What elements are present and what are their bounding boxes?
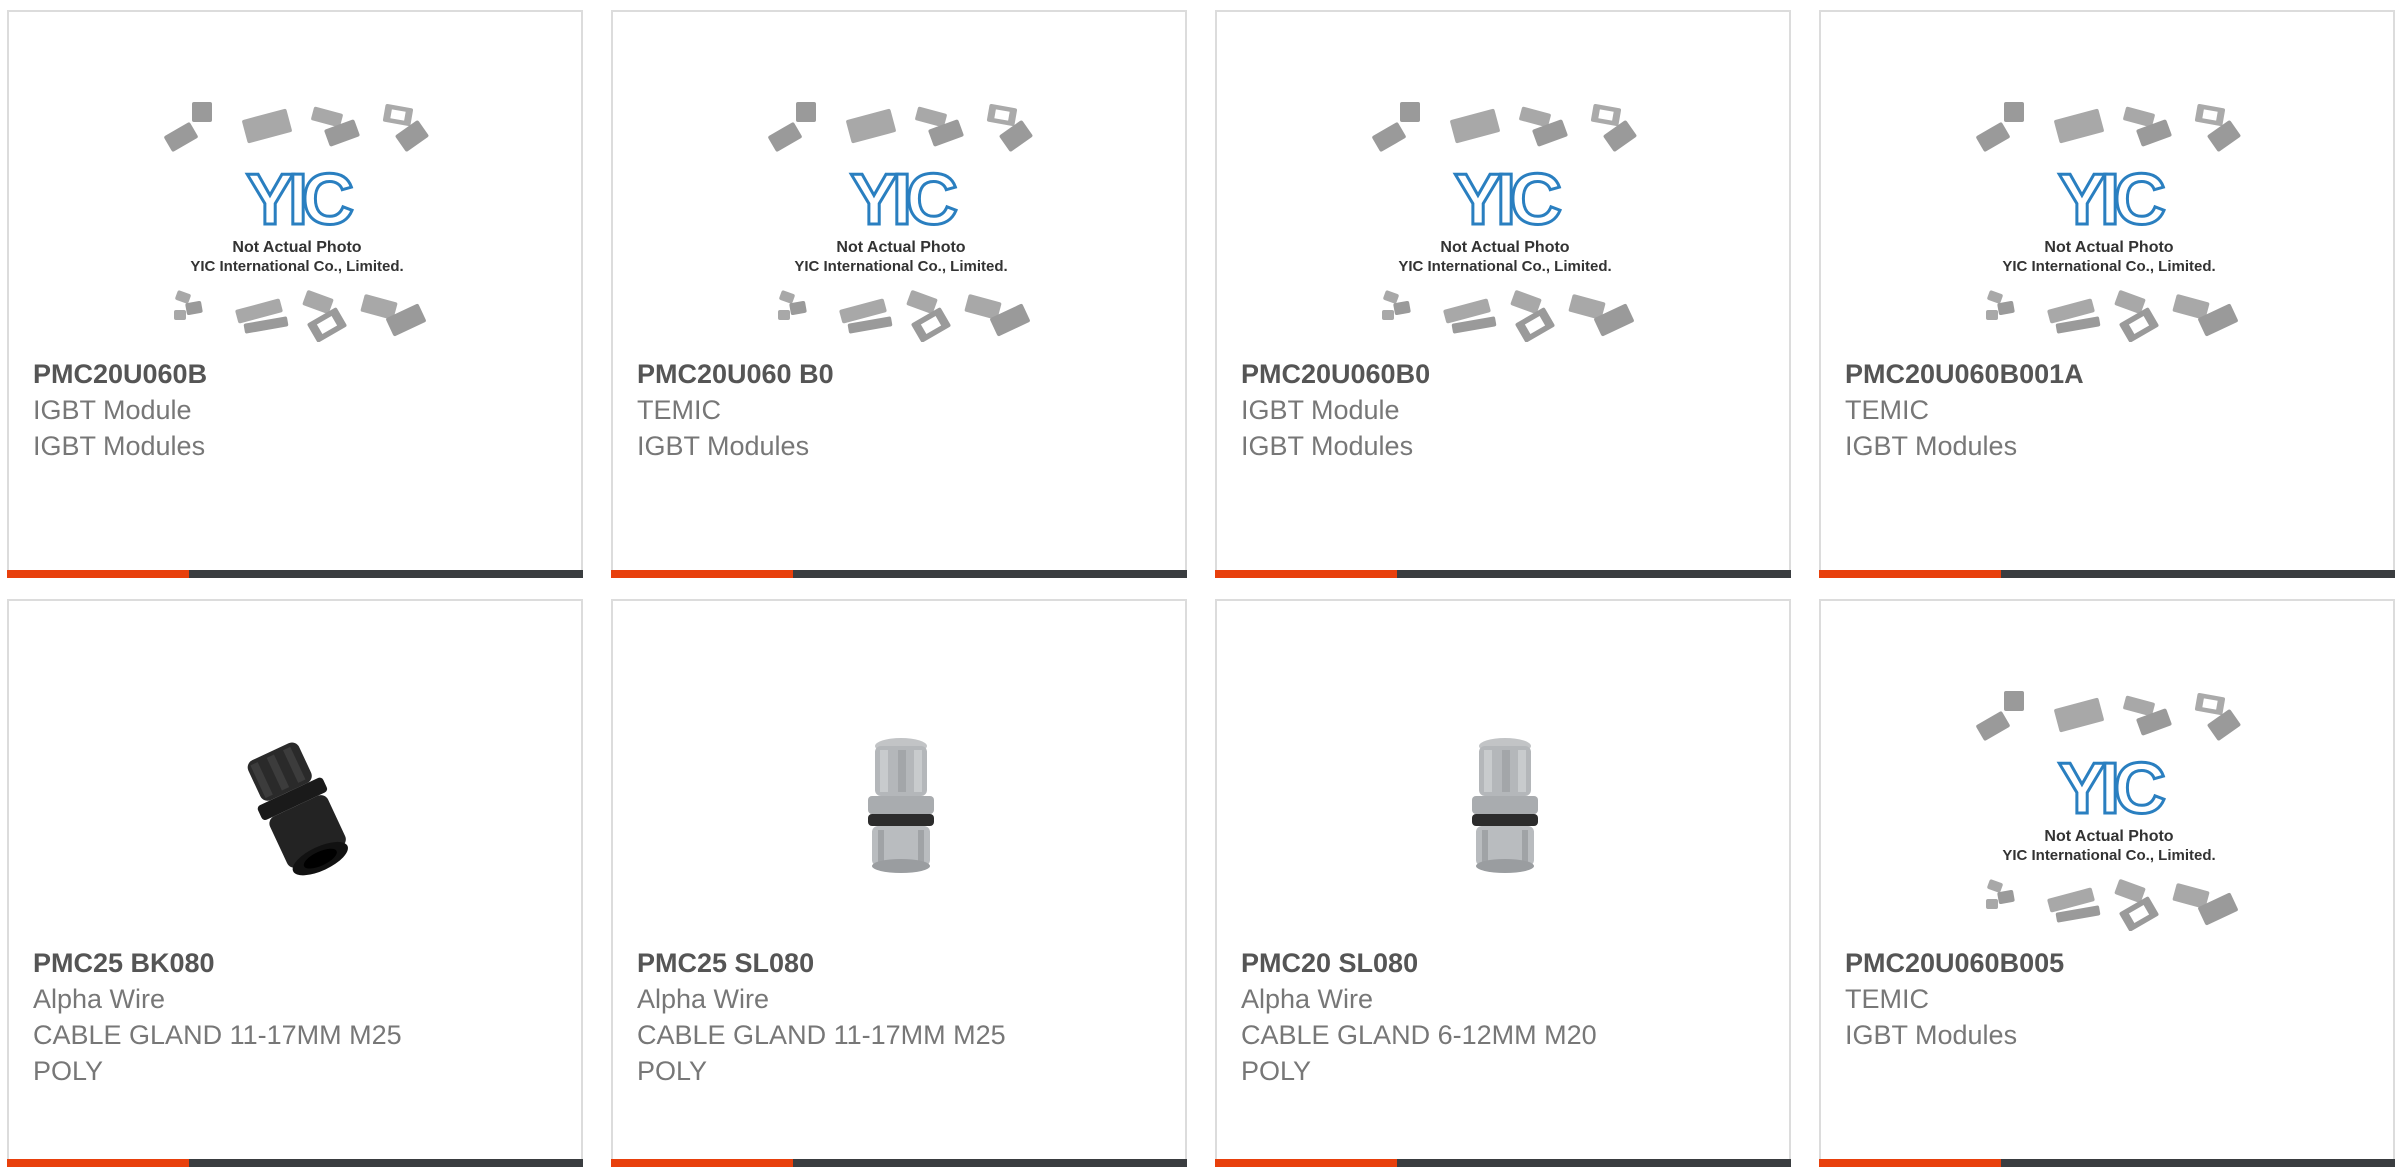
product-info: PMC20U060B001A TEMIC IGBT Modules xyxy=(1845,356,2369,464)
black-cable-gland-image xyxy=(247,742,348,876)
placeholder-photo-image: YICNot Actual Photo YIC International Co.… xyxy=(164,102,429,342)
product-thumbnail[interactable]: YIC Not Actual Photo YIC International Co.… xyxy=(613,90,1189,354)
product-card[interactable]: PMC25 SL080 Alpha Wire CABLE GLAND 11-17MM… xyxy=(611,599,1187,1167)
product-thumbnail[interactable]: YIC Not Actual Photo YIC International Co.… xyxy=(9,90,585,354)
card-accent-bar xyxy=(611,570,793,578)
product-description: IGBT Modules xyxy=(637,431,810,461)
yic-logo: YIC xyxy=(2058,749,2165,829)
product-description: IGBT Modules xyxy=(1845,431,2018,461)
card-bottom-bar xyxy=(611,570,1187,578)
product-thumbnail[interactable] xyxy=(1217,679,1793,943)
product-manufacturer: TEMIC xyxy=(1845,395,1929,425)
placeholder-caption-line1: Not Actual Photo xyxy=(2044,828,2173,845)
placeholder-caption-line1: Not Actual Photo xyxy=(1440,239,1569,256)
product-card[interactable]: PMC20 SL080 Alpha Wire CABLE GLAND 6-12MM … xyxy=(1215,599,1791,1167)
product-info: PMC20 SL080 Alpha Wire CABLE GLAND 6-12MM … xyxy=(1241,945,1765,1089)
placeholder-caption-line2: YIC International Co., Limited. xyxy=(190,258,403,275)
product-manufacturer: IGBT Module xyxy=(33,395,192,425)
product-info: PMC20U060B0 IGBT Module IGBT Modules xyxy=(1241,356,1765,464)
product-part-number[interactable]: PMC25 SL080 xyxy=(637,945,1161,981)
product-info: PMC25 BK080 Alpha Wire CABLE GLAND 11-17MM… xyxy=(33,945,557,1089)
product-thumbnail[interactable]: YIC Not Actual Photo YIC International Co.… xyxy=(1821,679,2397,943)
product-description: CABLE GLAND 11-17MM M25 xyxy=(33,1020,402,1050)
placeholder-caption-line1: Not Actual Photo xyxy=(232,239,361,256)
grey-cable-gland-image xyxy=(868,738,934,873)
yic-logo: YIC xyxy=(2058,160,2165,240)
placeholder-photo-image: YICNot Actual Photo YIC International Co.… xyxy=(1976,691,2241,931)
product-part-number[interactable]: PMC20U060B0 xyxy=(1241,356,1765,392)
product-part-number[interactable]: PMC20U060B005 xyxy=(1845,945,2369,981)
placeholder-caption-line1: Not Actual Photo xyxy=(836,239,965,256)
placeholder-caption-line2: YIC International Co., Limited. xyxy=(794,258,1007,275)
product-grid: YIC Not Actual Photo YIC International Co.… xyxy=(0,0,2400,1167)
card-accent-bar xyxy=(1215,1159,1397,1167)
product-card[interactable]: YIC Not Actual Photo YIC International Co.… xyxy=(1819,10,2395,578)
placeholder-caption-line2: YIC International Co., Limited. xyxy=(2002,258,2215,275)
placeholder-photo-image: YICNot Actual Photo YIC International Co.… xyxy=(1372,102,1637,342)
card-accent-bar xyxy=(1819,570,2001,578)
card-bottom-bar xyxy=(7,1159,583,1167)
card-bottom-bar xyxy=(1819,1159,2395,1167)
placeholder-caption-line2: YIC International Co., Limited. xyxy=(1398,258,1611,275)
card-accent-bar xyxy=(1215,570,1397,578)
product-description: POLY xyxy=(33,1056,104,1086)
card-bottom-bar xyxy=(1215,1159,1791,1167)
card-bottom-bar xyxy=(1819,570,2395,578)
product-info: PMC20U060B IGBT Module IGBT Modules xyxy=(33,356,557,464)
product-description: IGBT Modules xyxy=(33,431,206,461)
product-description: IGBT Modules xyxy=(1845,1020,2018,1050)
product-info: PMC25 SL080 Alpha Wire CABLE GLAND 11-17MM… xyxy=(637,945,1161,1089)
card-accent-bar xyxy=(611,1159,793,1167)
product-description: CABLE GLAND 6-12MM M20 xyxy=(1241,1020,1597,1050)
product-part-number[interactable]: PMC25 BK080 xyxy=(33,945,557,981)
product-thumbnail[interactable]: YIC Not Actual Photo YIC International Co.… xyxy=(1217,90,1793,354)
product-description: POLY xyxy=(1241,1056,1312,1086)
product-description: CABLE GLAND 11-17MM M25 xyxy=(637,1020,1006,1050)
product-card[interactable]: YIC Not Actual Photo YIC International Co.… xyxy=(611,10,1187,578)
product-manufacturer: TEMIC xyxy=(1845,984,1929,1014)
grey-cable-gland-image xyxy=(1472,738,1538,873)
product-description: IGBT Modules xyxy=(1241,431,1414,461)
placeholder-caption-line1: Not Actual Photo xyxy=(2044,239,2173,256)
card-accent-bar xyxy=(7,570,189,578)
product-manufacturer: Alpha Wire xyxy=(1241,984,1374,1014)
product-info: PMC20U060B005 TEMIC IGBT Modules xyxy=(1845,945,2369,1053)
yic-logo: YIC xyxy=(1454,160,1561,240)
placeholder-caption-line2: YIC International Co., Limited. xyxy=(2002,847,2215,864)
product-manufacturer: Alpha Wire xyxy=(33,984,166,1014)
product-card[interactable]: YIC Not Actual Photo YIC International Co.… xyxy=(7,10,583,578)
product-part-number[interactable]: PMC20U060 B0 xyxy=(637,356,1161,392)
yic-logo: YIC xyxy=(850,160,957,240)
placeholder-photo-image: YICNot Actual Photo YIC International Co.… xyxy=(768,102,1033,342)
product-thumbnail[interactable] xyxy=(9,679,585,943)
product-manufacturer: IGBT Module xyxy=(1241,395,1400,425)
product-part-number[interactable]: PMC20U060B001A xyxy=(1845,356,2369,392)
product-description: POLY xyxy=(637,1056,708,1086)
product-part-number[interactable]: PMC20U060B xyxy=(33,356,557,392)
card-accent-bar xyxy=(7,1159,189,1167)
product-manufacturer: Alpha Wire xyxy=(637,984,770,1014)
card-bottom-bar xyxy=(7,570,583,578)
product-card[interactable]: PMC25 BK080 Alpha Wire CABLE GLAND 11-17MM… xyxy=(7,599,583,1167)
product-thumbnail[interactable]: YIC Not Actual Photo YIC International Co.… xyxy=(1821,90,2397,354)
product-info: PMC20U060 B0 TEMIC IGBT Modules xyxy=(637,356,1161,464)
product-manufacturer: TEMIC xyxy=(637,395,721,425)
product-card[interactable]: YIC Not Actual Photo YIC International Co.… xyxy=(1819,599,2395,1167)
yic-logo: YIC xyxy=(246,160,353,240)
card-bottom-bar xyxy=(611,1159,1187,1167)
card-accent-bar xyxy=(1819,1159,2001,1167)
placeholder-photo-image: YICNot Actual Photo YIC International Co.… xyxy=(1976,102,2241,342)
product-thumbnail[interactable] xyxy=(613,679,1189,943)
card-bottom-bar xyxy=(1215,570,1791,578)
product-part-number[interactable]: PMC20 SL080 xyxy=(1241,945,1765,981)
product-card[interactable]: YIC Not Actual Photo YIC International Co.… xyxy=(1215,10,1791,578)
